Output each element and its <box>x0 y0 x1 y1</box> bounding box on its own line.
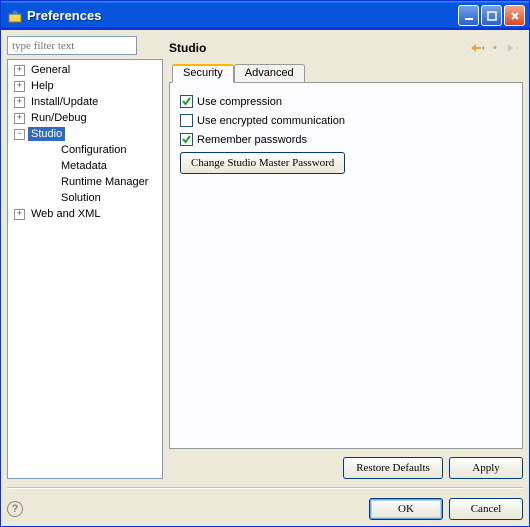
tree-item-general[interactable]: +General <box>10 62 162 78</box>
tree-item-web-xml[interactable]: +Web and XML <box>10 206 162 222</box>
tree-item-help[interactable]: +Help <box>10 78 162 94</box>
tab-advanced[interactable]: Advanced <box>234 64 305 82</box>
titlebar[interactable]: Preferences <box>1 1 529 30</box>
change-master-password-button[interactable]: Change Studio Master Password <box>180 152 345 174</box>
tree-item-configuration[interactable]: Configuration <box>10 142 162 158</box>
tab-content-security: Use compression Use encrypted communicat… <box>170 83 522 186</box>
apply-button[interactable]: Apply <box>449 457 523 479</box>
nav-forward-button[interactable] <box>501 39 523 57</box>
collapse-icon[interactable]: - <box>14 129 25 140</box>
tab-panel: Security Advanced Use compression Use <box>169 82 523 449</box>
nav-back-button[interactable] <box>467 39 489 57</box>
cancel-button[interactable]: Cancel <box>449 498 523 520</box>
separator <box>7 487 523 488</box>
expand-icon[interactable]: + <box>14 113 25 124</box>
leaf-icon <box>44 161 55 172</box>
expand-icon[interactable]: + <box>14 65 25 76</box>
tree-item-metadata[interactable]: Metadata <box>10 158 162 174</box>
remember-passwords-checkbox[interactable] <box>180 133 193 146</box>
restore-defaults-button[interactable]: Restore Defaults <box>343 457 443 479</box>
minimize-button[interactable] <box>458 5 479 26</box>
page-title: Studio <box>169 41 467 55</box>
leaf-icon <box>44 145 55 156</box>
use-compression-label: Use compression <box>197 96 282 108</box>
filter-input[interactable] <box>7 36 137 55</box>
preference-tree[interactable]: +General +Help +Install/Update +Run/Debu… <box>7 59 163 479</box>
leaf-icon <box>44 193 55 204</box>
help-icon[interactable]: ? <box>7 501 23 517</box>
preferences-window: Preferences +General +Help +Install/Upda… <box>0 0 530 527</box>
ok-button[interactable]: OK <box>369 498 443 520</box>
remember-passwords-label: Remember passwords <box>197 134 307 146</box>
tree-item-studio[interactable]: -Studio <box>10 126 162 142</box>
close-button[interactable] <box>504 5 525 26</box>
left-pane: +General +Help +Install/Update +Run/Debu… <box>7 36 163 479</box>
use-compression-checkbox[interactable] <box>180 95 193 108</box>
tab-security[interactable]: Security <box>172 64 234 83</box>
expand-icon[interactable]: + <box>14 209 25 220</box>
leaf-icon <box>44 177 55 188</box>
right-pane: Studio • Security Advanced <box>169 36 523 479</box>
tree-item-run-debug[interactable]: +Run/Debug <box>10 110 162 126</box>
expand-icon[interactable]: + <box>14 81 25 92</box>
use-encrypted-label: Use encrypted communication <box>197 115 345 127</box>
tree-item-solution[interactable]: Solution <box>10 190 162 206</box>
use-encrypted-checkbox[interactable] <box>180 114 193 127</box>
tree-item-runtime-manager[interactable]: Runtime Manager <box>10 174 162 190</box>
app-icon <box>7 8 23 24</box>
maximize-button[interactable] <box>481 5 502 26</box>
expand-icon[interactable]: + <box>14 97 25 108</box>
tree-item-install-update[interactable]: +Install/Update <box>10 94 162 110</box>
window-title: Preferences <box>27 8 458 23</box>
